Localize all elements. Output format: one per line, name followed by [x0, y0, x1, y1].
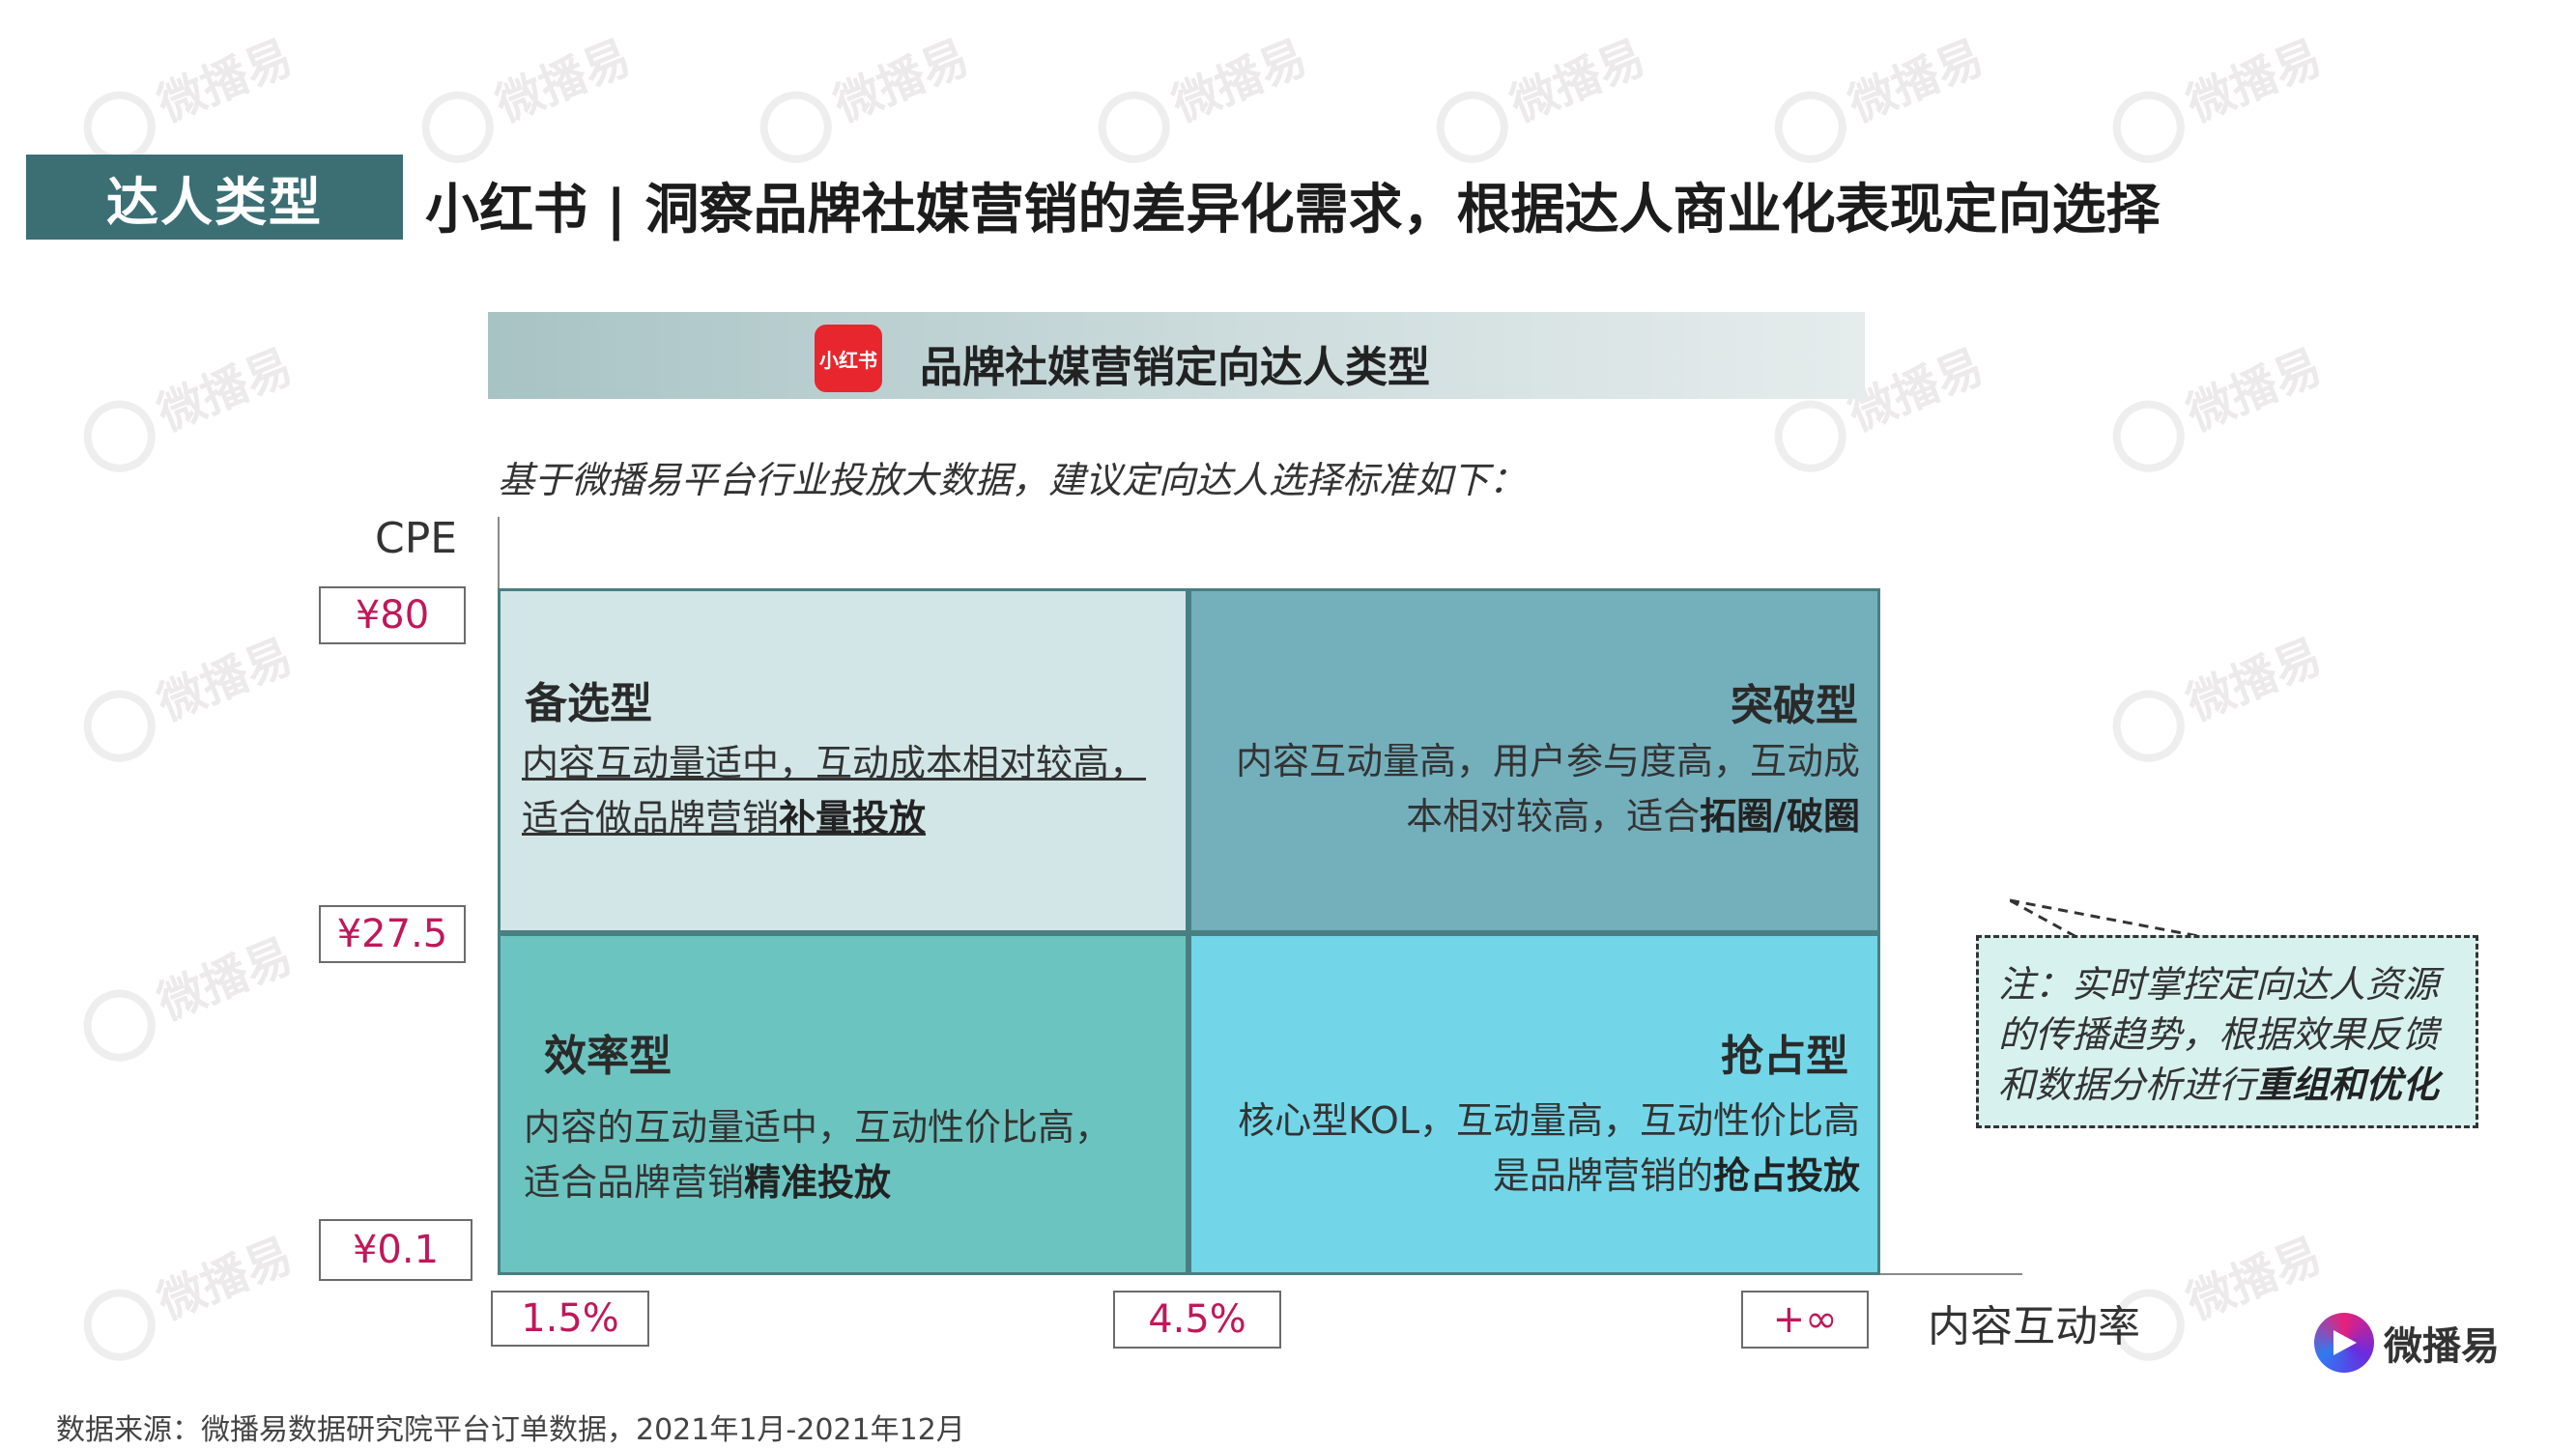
brand-play-icon	[2314, 1313, 2374, 1373]
note-line: 注：实时掌控定向达人资源	[1998, 963, 2440, 1006]
note-line: 和数据分析进行重组和优化	[1998, 1064, 2440, 1106]
description-line: 适合品牌营销精准投放	[524, 1161, 892, 1204]
description-line: 本相对较高，适合拓圈/破圈	[1406, 795, 1860, 838]
quadrant-title: 突破型	[1731, 681, 1858, 730]
xiaohongshu-logo-icon: 小红书	[815, 325, 882, 392]
watermark: 微播易	[71, 19, 303, 174]
quadrant-description: 内容互动量适中，互动成本相对较高， 适合做品牌营销补量投放	[522, 736, 1146, 846]
description-line: 核心型KOL，互动量高，互动性价比高	[1238, 1099, 1860, 1142]
x-tick-infinity: +∞	[1741, 1291, 1869, 1349]
y-tick-80: ¥80	[319, 586, 466, 644]
data-source: 数据来源：微播易数据研究院平台订单数据，2021年1月-2021年12月	[56, 1413, 965, 1447]
x-tick-4-5: 4.5%	[1113, 1291, 1281, 1349]
description-line: 内容互动量适中，互动成本相对较高，	[522, 742, 1147, 784]
quadrant-description: 内容互动量高，用户参与度高，互动成 本相对较高，适合拓圈/破圈	[1236, 734, 1860, 844]
brand-logo: 微播易	[2314, 1299, 2500, 1386]
brand-name: 微播易	[2384, 1324, 2500, 1369]
quadrant-breakthrough: 突破型 内容互动量高，用户参与度高，互动成 本相对较高，适合拓圈/破圈	[1188, 588, 1880, 933]
description-line: 内容互动量高，用户参与度高，互动成	[1235, 740, 1860, 782]
watermark: 微播易	[2100, 328, 2333, 483]
watermark: 微播易	[1761, 19, 1994, 174]
intro-text: 基于微播易平台行业投放大数据，建议定向达人选择标准如下：	[498, 459, 1527, 501]
quadrant-alternative: 备选型 内容互动量适中，互动成本相对较高， 适合做品牌营销补量投放	[498, 588, 1188, 933]
quadrant-seize: 抢占型 核心型KOL，互动量高，互动性价比高 是品牌营销的抢占投放	[1188, 933, 1880, 1275]
description-line: 适合做品牌营销补量投放	[522, 797, 927, 839]
highlight-text: 抢占投放	[1712, 1154, 1860, 1197]
highlight-text: 补量投放	[779, 797, 927, 839]
watermark: 微播易	[409, 19, 642, 174]
note-line: 的传播趋势，根据效果反馈	[1998, 1013, 2440, 1056]
watermark: 微播易	[1423, 19, 1656, 174]
watermark: 微播易	[71, 328, 303, 483]
watermark: 微播易	[71, 618, 303, 773]
watermark: 微播易	[71, 918, 303, 1072]
section-tag: 达人类型	[26, 155, 403, 240]
watermark: 微播易	[1085, 19, 1318, 174]
watermark: 微播易	[2100, 618, 2333, 773]
watermark: 微播易	[71, 1217, 303, 1372]
quadrant-title: 效率型	[544, 1032, 672, 1081]
x-axis-label: 内容互动率	[1928, 1302, 2140, 1351]
highlight-text: 拓圈/破圈	[1700, 795, 1860, 838]
y-tick-0-1: ¥0.1	[319, 1219, 472, 1281]
y-axis-label: CPE	[375, 514, 458, 563]
description-line: 是品牌营销的抢占投放	[1492, 1154, 1860, 1197]
highlight-text: 精准投放	[744, 1161, 892, 1204]
quadrant-efficiency: 效率型 内容的互动量适中，互动性价比高， 适合品牌营销精准投放	[498, 933, 1188, 1275]
banner-title: 品牌社媒营销定向达人类型	[920, 343, 1430, 392]
y-tick-27-5: ¥27.5	[319, 905, 466, 963]
watermark: 微播易	[2100, 19, 2333, 174]
quadrant-description: 内容的互动量适中，互动性价比高， 适合品牌营销精准投放	[524, 1100, 1111, 1210]
description-line: 内容的互动量适中，互动性价比高，	[524, 1106, 1112, 1149]
note-box: 注：实时掌控定向达人资源 的传播趋势，根据效果反馈 和数据分析进行重组和优化	[1976, 935, 2478, 1128]
page-title: 小红书 | 洞察品牌社媒营销的差异化需求，根据达人商业化表现定向选择	[425, 179, 2161, 242]
highlight-text: 重组和优化	[2255, 1064, 2440, 1106]
watermark: 微播易	[747, 19, 980, 174]
quadrant-title: 抢占型	[1721, 1032, 1848, 1081]
quadrant-description: 核心型KOL，互动量高，互动性价比高 是品牌营销的抢占投放	[1238, 1094, 1860, 1204]
x-tick-1-5: 1.5%	[491, 1291, 649, 1347]
quadrant-title: 备选型	[525, 679, 652, 728]
